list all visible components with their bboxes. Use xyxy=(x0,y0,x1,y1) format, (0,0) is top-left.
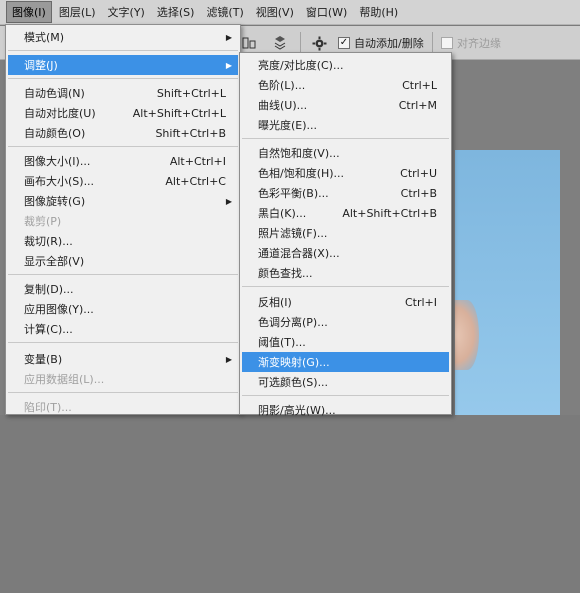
gear-icon[interactable] xyxy=(310,34,328,52)
menu-type[interactable]: 文字(Y) xyxy=(103,2,150,22)
menu-item-invert[interactable]: 反相(I) Ctrl+I xyxy=(242,292,449,312)
menu-bar: 图像(I) 图层(L) 文字(Y) 选择(S) 滤镜(T) 视图(V) 窗口(W… xyxy=(0,0,580,25)
align-edges-option[interactable]: 对齐边缘 xyxy=(441,35,501,51)
menu-item-brightness-contrast[interactable]: 亮度/对比度(C)... xyxy=(242,55,449,75)
menu-item-apply-data-set: 应用数据组(L)... xyxy=(24,373,105,386)
menu-item-channel-mixer[interactable]: 通道混合器(X)... xyxy=(242,243,449,263)
path-arrange-icon[interactable] xyxy=(271,34,289,52)
auto-add-delete-checkbox[interactable]: ✓ xyxy=(338,37,350,49)
menu-divider xyxy=(8,146,238,147)
menu-item-hue-saturation[interactable]: 色相/饱和度(H)... Ctrl+U xyxy=(242,163,449,183)
submenu-arrow-icon: ▶ xyxy=(225,32,232,42)
menu-divider xyxy=(8,342,238,343)
menu-item-canvas-size[interactable]: 画布大小(S)... Alt+Ctrl+C xyxy=(8,171,238,191)
menu-item-adjustments[interactable]: 调整(J) ▶ xyxy=(8,55,238,75)
menu-item-gradient-map[interactable]: 渐变映射(G)... xyxy=(242,352,449,372)
menu-item-auto-tone[interactable]: 自动色调(N) Shift+Ctrl+L xyxy=(8,83,238,103)
menu-item-exposure[interactable]: 曝光度(E)... xyxy=(242,115,449,135)
menu-item-variables[interactable]: 变量(B) ▶ xyxy=(8,349,238,369)
menu-divider xyxy=(8,50,238,51)
menu-item-trap: 陷印(T)... xyxy=(24,401,72,414)
menu-item-auto-color[interactable]: 自动颜色(O) Shift+Ctrl+B xyxy=(8,123,238,143)
menu-item-shadows-highlights[interactable]: 阴影/高光(W)... xyxy=(242,400,449,420)
menu-item-black-white[interactable]: 黑白(K)... Alt+Shift+Ctrl+B xyxy=(242,203,449,223)
menu-window[interactable]: 窗口(W) xyxy=(301,2,352,22)
adjustments-submenu: 亮度/对比度(C)... 色阶(L)... Ctrl+L 曲线(U)... Ct… xyxy=(239,52,452,417)
menu-layer[interactable]: 图层(L) xyxy=(54,2,101,22)
menu-item-vibrance[interactable]: 自然饱和度(V)... xyxy=(242,143,449,163)
menu-item-calculations[interactable]: 计算(C)... xyxy=(8,319,238,339)
menu-item-levels[interactable]: 色阶(L)... Ctrl+L xyxy=(242,75,449,95)
submenu-arrow-icon: ▶ xyxy=(225,60,232,70)
menu-item-reveal-all[interactable]: 显示全部(V) xyxy=(8,251,238,271)
menu-item-color-balance[interactable]: 色彩平衡(B)... Ctrl+B xyxy=(242,183,449,203)
toolbar-divider xyxy=(432,32,433,54)
auto-add-delete-label: 自动添加/删除 xyxy=(354,37,424,50)
menu-item-threshold[interactable]: 阈值(T)... xyxy=(242,332,449,352)
menu-item-posterize[interactable]: 色调分离(P)... xyxy=(242,312,449,332)
menu-item-crop: 裁剪(P) xyxy=(24,215,62,228)
menu-view[interactable]: 视图(V) xyxy=(251,2,299,22)
menu-item-trim[interactable]: 裁切(R)... xyxy=(8,231,238,251)
menu-divider xyxy=(8,274,238,275)
menu-divider xyxy=(8,78,238,79)
menu-image[interactable]: 图像(I) xyxy=(6,1,52,23)
menu-item-curves[interactable]: 曲线(U)... Ctrl+M xyxy=(242,95,449,115)
submenu-arrow-icon: ▶ xyxy=(225,196,232,206)
menu-divider xyxy=(242,286,449,287)
menu-divider xyxy=(242,138,449,139)
menu-select[interactable]: 选择(S) xyxy=(152,2,200,22)
menu-filter[interactable]: 滤镜(T) xyxy=(201,2,248,22)
menu-item-mode[interactable]: 模式(M) ▶ xyxy=(8,27,238,47)
menu-item-photo-filter[interactable]: 照片滤镜(F)... xyxy=(242,223,449,243)
image-menu: 模式(M) ▶ 调整(J) ▶ 自动色调(N) Shift+Ctrl+L 自动对… xyxy=(5,24,241,415)
menu-divider xyxy=(242,395,449,396)
align-edges-checkbox[interactable] xyxy=(441,37,453,49)
menu-item-duplicate[interactable]: 复制(D)... xyxy=(8,279,238,299)
menu-item-auto-contrast[interactable]: 自动对比度(U) Alt+Shift+Ctrl+L xyxy=(8,103,238,123)
menu-item-selective-color[interactable]: 可选颜色(S)... xyxy=(242,372,449,392)
menu-item-image-rotation[interactable]: 图像旋转(G) ▶ xyxy=(8,191,238,211)
toolbar-divider xyxy=(300,32,301,54)
menu-item-image-size[interactable]: 图像大小(I)... Alt+Ctrl+I xyxy=(8,151,238,171)
workspace-background xyxy=(0,415,580,593)
path-align-icon[interactable] xyxy=(240,34,258,52)
menu-help[interactable]: 帮助(H) xyxy=(354,2,403,22)
align-edges-label: 对齐边缘 xyxy=(457,37,501,50)
menu-item-color-lookup[interactable]: 颜色查找... xyxy=(242,263,449,283)
menu-item-apply-image[interactable]: 应用图像(Y)... xyxy=(8,299,238,319)
menu-divider xyxy=(8,392,238,393)
auto-add-delete-option[interactable]: ✓ 自动添加/删除 xyxy=(338,35,424,51)
submenu-arrow-icon: ▶ xyxy=(225,354,232,364)
canvas-subject xyxy=(455,300,479,370)
